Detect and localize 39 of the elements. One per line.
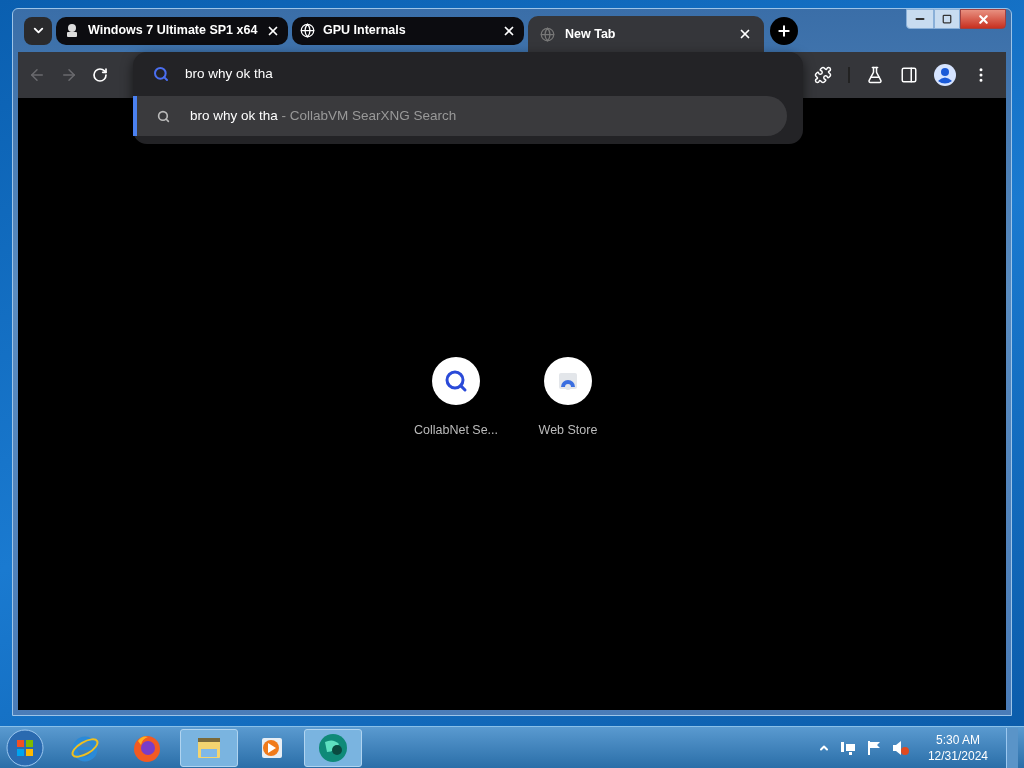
network-icon[interactable] xyxy=(839,739,856,756)
shortcut-tile[interactable]: CollabNet Se... xyxy=(416,356,496,440)
maximize-button[interactable] xyxy=(934,9,960,29)
shortcut-label: CollabNet Se... xyxy=(413,421,499,439)
clock-time: 5:30 AM xyxy=(935,731,980,748)
clock[interactable]: 5:30 AM 12/31/2024 xyxy=(919,731,996,764)
muted-speaker-icon[interactable] xyxy=(891,739,910,756)
tab-title: New Tab xyxy=(565,25,617,43)
taskbar-button[interactable] xyxy=(304,728,362,767)
tab-title: Windows 7 Ultimate SP1 x64 xyxy=(88,22,258,40)
plus-icon xyxy=(776,22,792,39)
close-icon[interactable] xyxy=(738,27,752,41)
side-panel-icon[interactable] xyxy=(900,66,918,84)
search-icon xyxy=(444,368,468,393)
extensions-icon[interactable] xyxy=(814,66,832,84)
search-icon xyxy=(153,66,169,82)
browser-tab[interactable]: New Tab xyxy=(528,16,764,52)
tab-title: GPU Internals xyxy=(323,22,407,40)
shortcut-tile[interactable]: Web Store xyxy=(528,356,608,440)
suggestion-text: bro why ok tha - CollabVM SearXNG Search xyxy=(190,106,457,125)
suggestion-row[interactable]: bro why ok tha - CollabVM SearXNG Search xyxy=(133,96,787,136)
profile-icon[interactable] xyxy=(934,64,956,86)
flask-icon[interactable] xyxy=(866,66,884,84)
browser-tab[interactable]: GPU Internals xyxy=(292,16,524,45)
new-tab-button[interactable] xyxy=(770,16,798,45)
flag-icon[interactable] xyxy=(865,739,882,756)
reload-icon[interactable] xyxy=(92,67,108,83)
close-icon xyxy=(976,12,990,26)
close-button[interactable] xyxy=(960,9,1006,29)
browser-tab[interactable]: Windows 7 Ultimate SP1 x64 xyxy=(56,16,288,45)
address-field[interactable]: bro why ok tha xyxy=(185,63,803,85)
taskbar-button[interactable] xyxy=(180,728,238,767)
clock-date: 12/31/2024 xyxy=(927,747,988,764)
shortcut-label: Web Store xyxy=(538,421,598,439)
start-orb-icon[interactable] xyxy=(6,728,44,767)
minimize-button[interactable] xyxy=(906,9,934,29)
tab-search-button[interactable] xyxy=(24,16,52,45)
maximize-icon xyxy=(942,14,952,24)
search-icon xyxy=(157,109,170,123)
